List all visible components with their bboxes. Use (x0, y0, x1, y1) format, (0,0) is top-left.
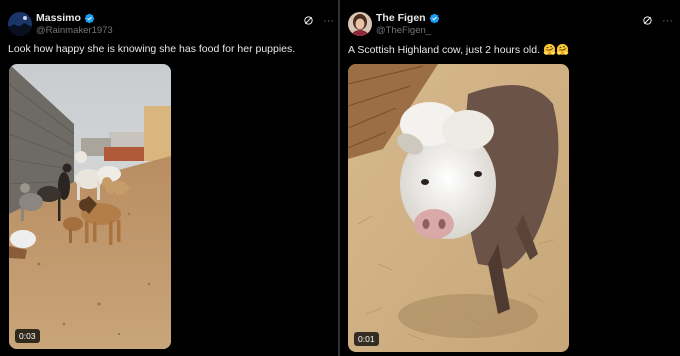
author-name[interactable]: The Figen (376, 12, 426, 24)
video-timestamp: 0:01 (354, 332, 379, 346)
tweet-card-thefigen[interactable]: The Figen @TheFigen_ ··· A Scottish High… (340, 0, 680, 356)
author-handle[interactable]: @TheFigen_ (376, 25, 431, 36)
video-timestamp: 0:03 (15, 329, 40, 343)
tweet-text: Look how happy she is knowing she has fo… (8, 43, 296, 55)
video-player[interactable]: 0:01 (348, 64, 569, 352)
grok-icon[interactable] (642, 15, 653, 26)
author-name[interactable]: Massimo (36, 12, 81, 24)
grok-icon[interactable] (303, 15, 314, 26)
video-thumbnail-dogs (9, 64, 171, 349)
avatar[interactable] (8, 12, 32, 36)
more-options-icon[interactable]: ··· (323, 15, 334, 26)
tweet-card-massimo[interactable]: Massimo @Rainmaker1973 ··· Look how happ… (0, 0, 338, 356)
more-options-icon[interactable]: ··· (662, 15, 673, 26)
verified-badge-icon (84, 13, 95, 23)
verified-badge-icon (429, 13, 439, 23)
author-row: Massimo (36, 12, 95, 24)
tweet-actions: ··· (642, 15, 673, 26)
tweet-text: A Scottish Highland cow, just 2 hours ol… (348, 44, 570, 56)
author-handle[interactable]: @Rainmaker1973 (36, 25, 113, 36)
video-thumbnail-calf (348, 64, 569, 352)
tweet-actions: ··· (303, 15, 334, 26)
author-row: The Figen (376, 12, 440, 24)
video-player[interactable]: 0:03 (9, 64, 171, 349)
avatar[interactable] (348, 12, 372, 36)
